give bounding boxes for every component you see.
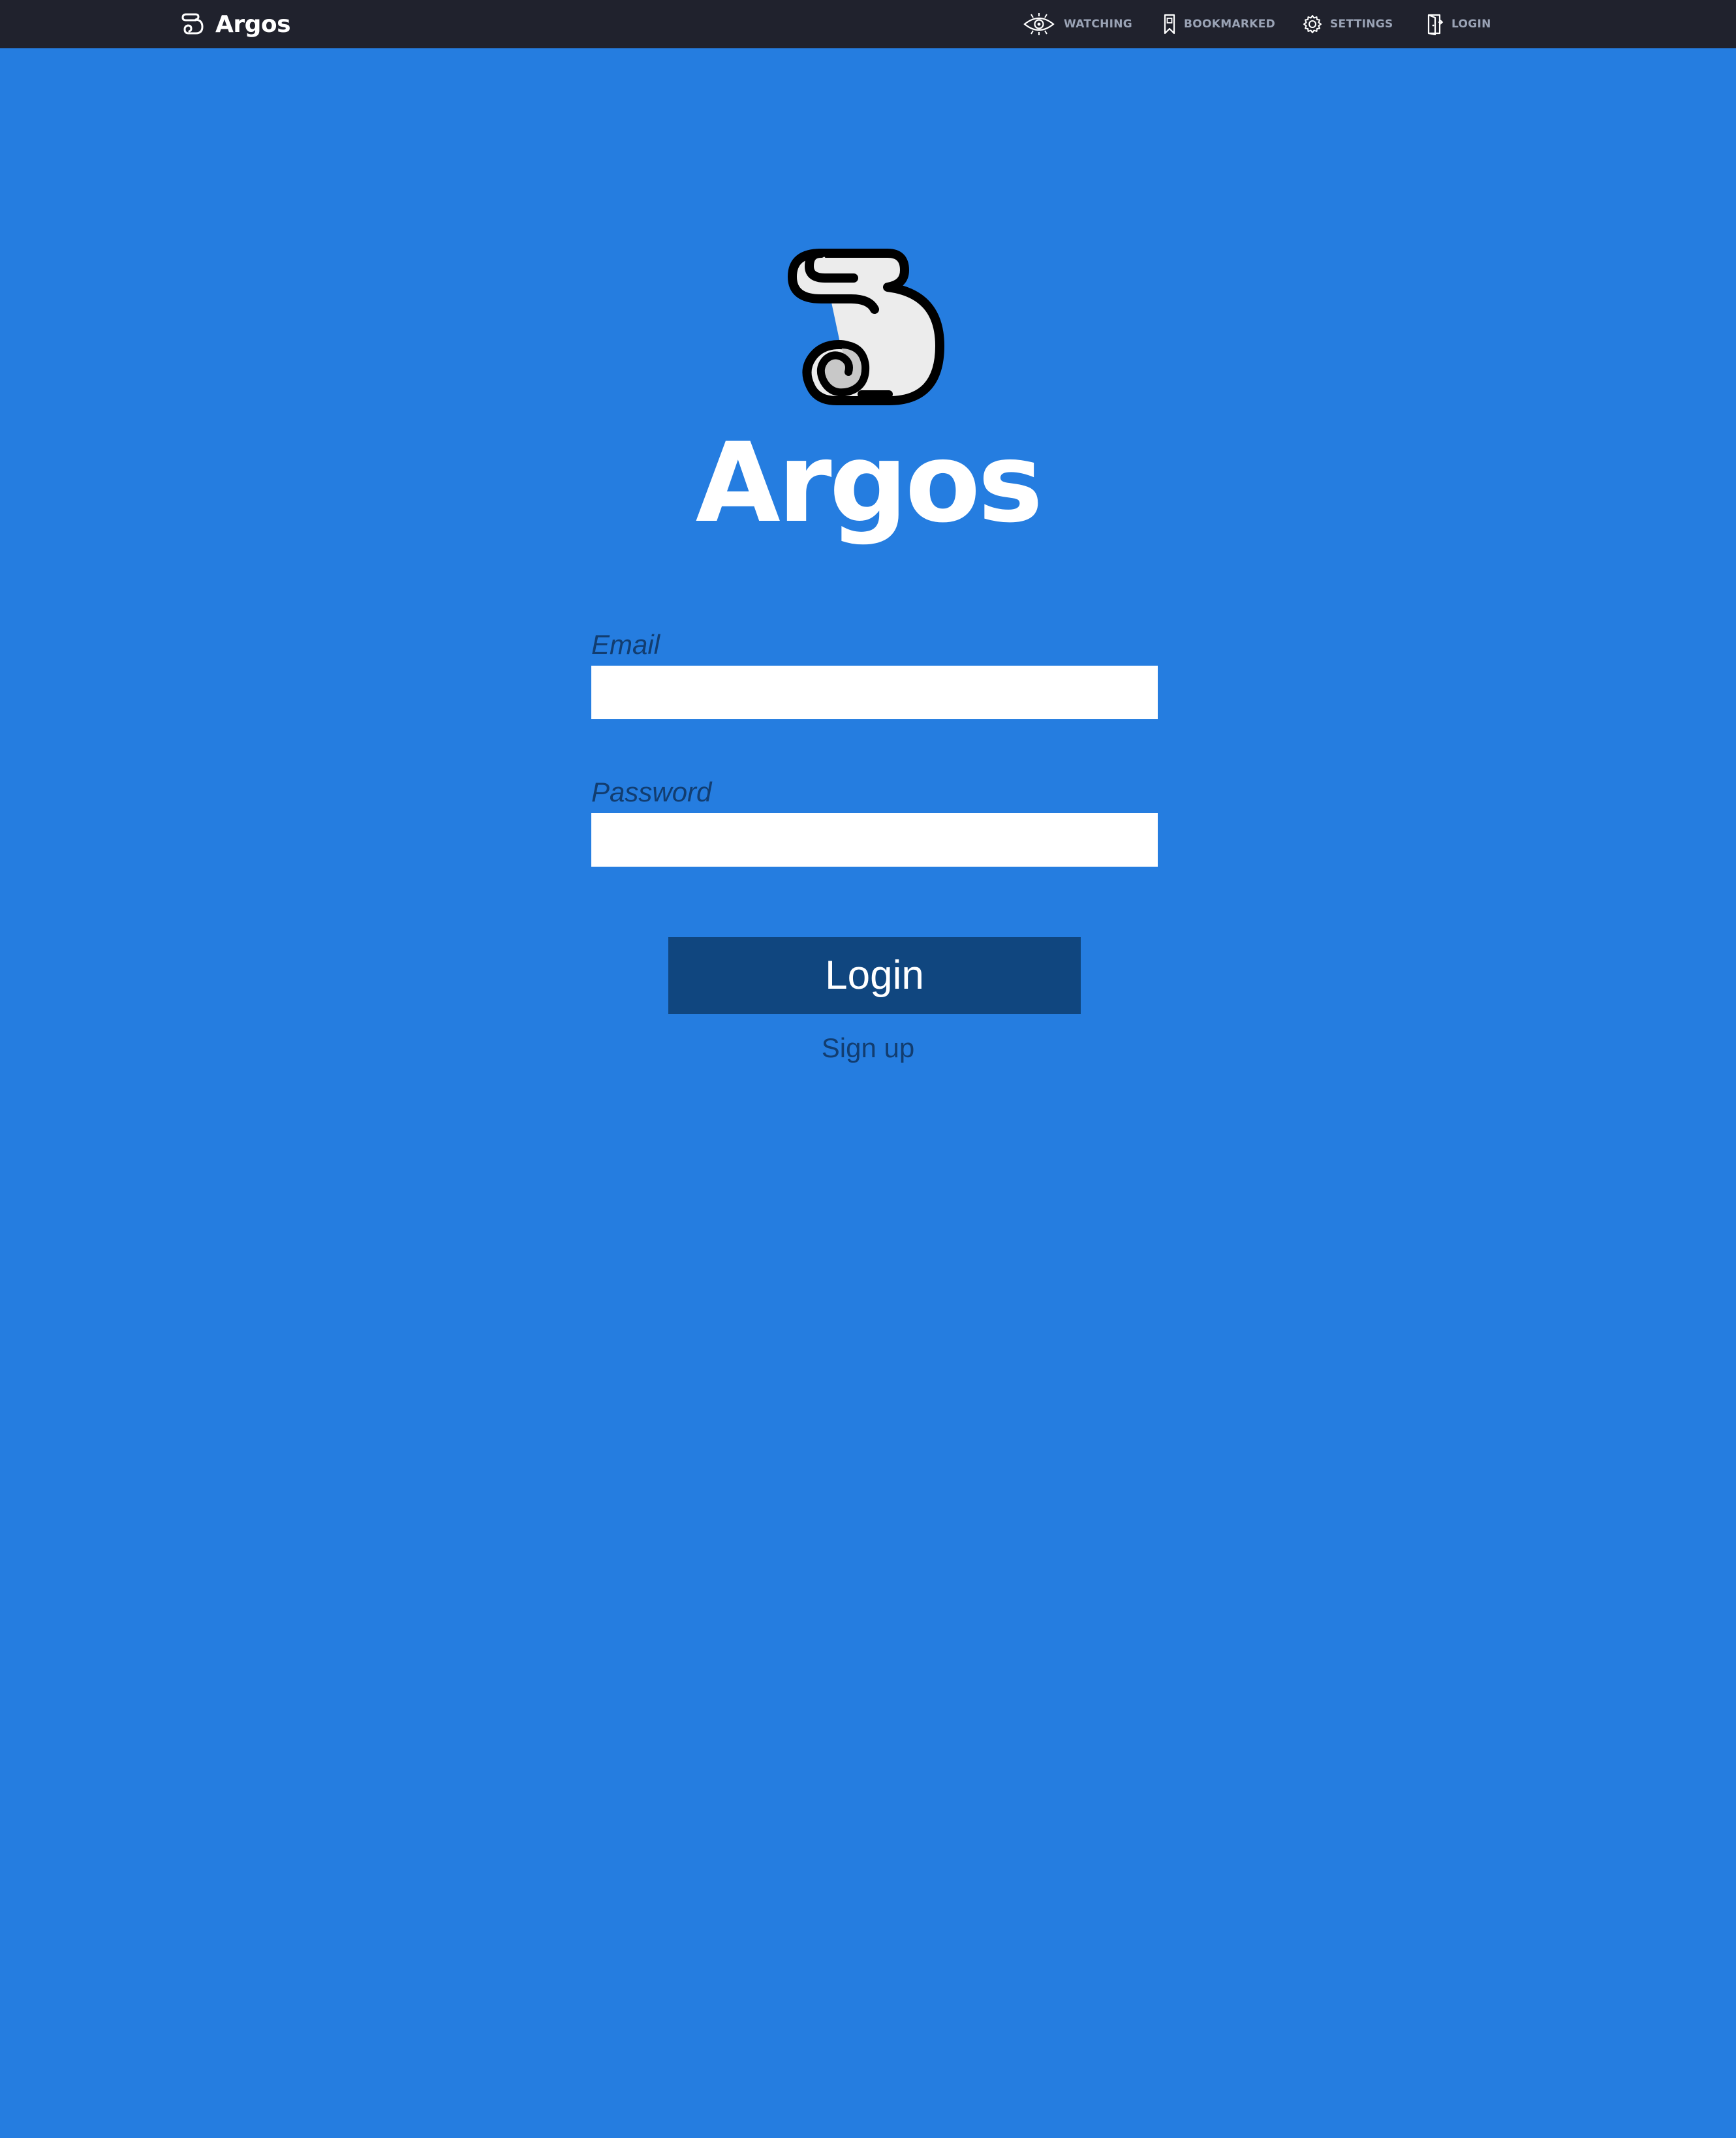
- signup-link[interactable]: Sign up: [0, 1029, 1736, 1068]
- brand-link[interactable]: Argos: [180, 0, 291, 48]
- password-label: Password: [591, 777, 712, 807]
- nav-item-settings[interactable]: SETTINGS: [1303, 0, 1393, 48]
- top-navbar: Argos WATCHING BOOKMARKED SETTINGS LOGIN: [0, 0, 1736, 48]
- door-icon: [1427, 13, 1444, 35]
- eye-icon: [1022, 12, 1056, 36]
- nav-item-bookmarked[interactable]: BOOKMARKED: [1163, 0, 1275, 48]
- password-field[interactable]: [591, 813, 1158, 867]
- email-field[interactable]: [591, 666, 1158, 719]
- nav-item-login[interactable]: LOGIN: [1427, 0, 1491, 48]
- bookmark-icon: [1163, 14, 1176, 35]
- nav-item-watching[interactable]: WATCHING: [1022, 0, 1132, 48]
- page-title: Argos: [695, 419, 1044, 547]
- login-button[interactable]: Login: [668, 937, 1081, 1014]
- nav-label-watching: WATCHING: [1064, 18, 1133, 31]
- email-label: Email: [591, 629, 660, 660]
- nav-label-settings: SETTINGS: [1330, 18, 1393, 31]
- scroll-icon: [180, 11, 206, 37]
- nav-label-bookmarked: BOOKMARKED: [1184, 18, 1276, 31]
- brand-name: Argos: [215, 10, 291, 38]
- scroll-logo-icon: [783, 247, 955, 409]
- gear-icon: [1303, 14, 1322, 34]
- nav-label-login: LOGIN: [1451, 18, 1491, 31]
